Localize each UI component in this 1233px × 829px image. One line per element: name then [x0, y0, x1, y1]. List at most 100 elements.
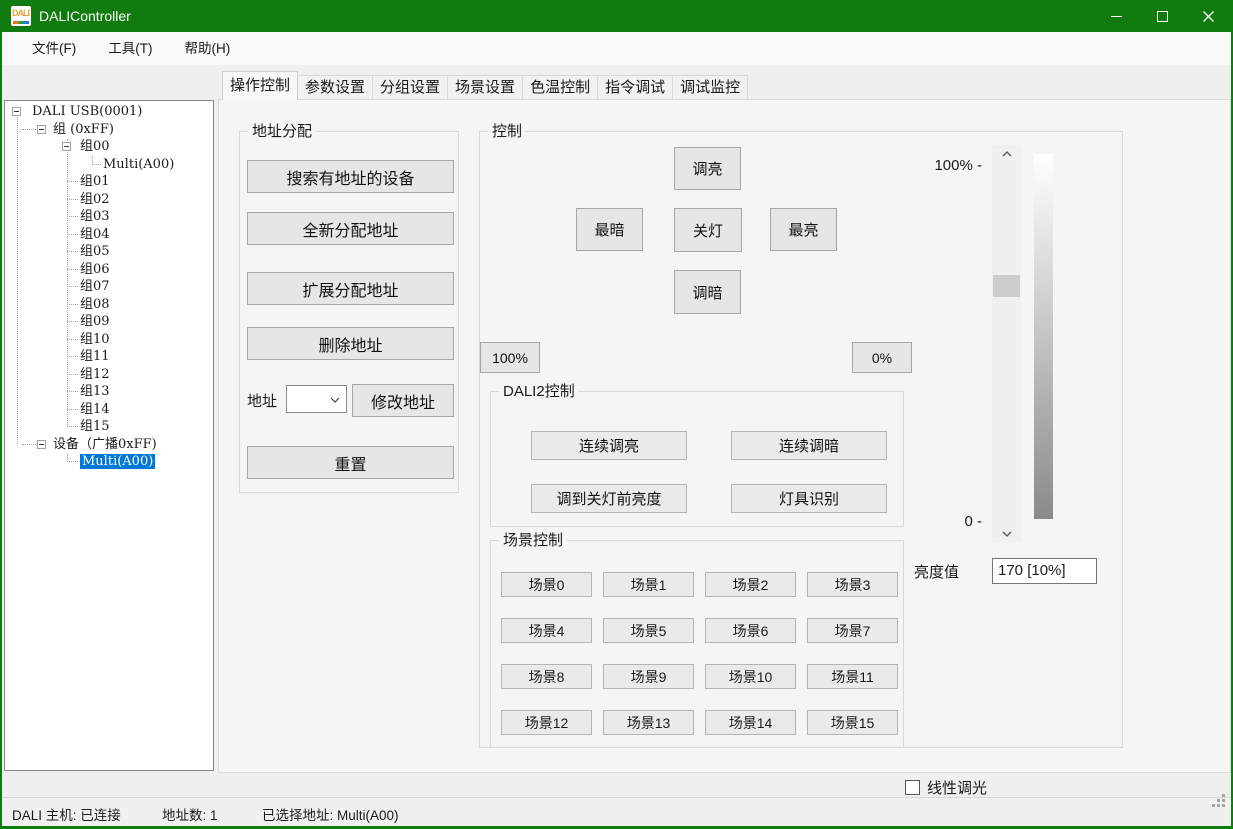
brightness-min-label: 0 -	[964, 513, 982, 530]
reset-button[interactable]: 重置	[247, 446, 454, 479]
address-combobox[interactable]	[286, 385, 347, 413]
chevron-down-icon	[330, 397, 340, 403]
scene-12-button[interactable]: 场景12	[501, 710, 592, 735]
brightness-scrollbar[interactable]	[992, 145, 1021, 542]
brighten-button[interactable]: 调亮	[674, 147, 741, 190]
scene-6-button[interactable]: 场景6	[705, 618, 796, 643]
device-tree-panel: DALI USB(0001) 组 (0xFF) 组00 Multi(A00) 组…	[4, 100, 214, 771]
chevron-down-icon	[1002, 531, 1012, 537]
app-window: DALI DALIController 文件(F) 工具(T) 帮助(H) DA…	[0, 0, 1233, 829]
collapse-icon[interactable]	[37, 125, 46, 134]
tree-item-group11[interactable]: 组11	[5, 348, 213, 366]
tab-grouping-settings[interactable]: 分组设置	[373, 75, 448, 100]
tree-item-group02[interactable]: 组02	[5, 191, 213, 209]
scroll-up-button[interactable]	[992, 145, 1021, 162]
brightness-value-field[interactable]: 170 [10%]	[992, 558, 1097, 584]
collapse-icon[interactable]	[62, 142, 71, 151]
scene-13-button[interactable]: 场景13	[603, 710, 694, 735]
scene-3-button[interactable]: 场景3	[807, 572, 898, 597]
window-title: DALIController	[39, 8, 131, 24]
close-button[interactable]	[1185, 0, 1231, 32]
light-off-button[interactable]: 关灯	[674, 208, 742, 252]
tree-item-group10[interactable]: 组10	[5, 331, 213, 349]
scrollbar-thumb[interactable]	[993, 275, 1020, 297]
tree-item-group07[interactable]: 组07	[5, 278, 213, 296]
tree-item-group01[interactable]: 组01	[5, 173, 213, 191]
group-title: 地址分配	[248, 123, 316, 140]
tab-command-debug[interactable]: 指令调试	[598, 75, 673, 100]
tree-item-group-root[interactable]: 组 (0xFF)	[5, 121, 213, 139]
scene-2-button[interactable]: 场景2	[705, 572, 796, 597]
luminaire-identify-button[interactable]: 灯具识别	[731, 484, 887, 513]
linear-dimming-label: 线性调光	[927, 777, 987, 798]
modify-address-button[interactable]: 修改地址	[352, 384, 454, 417]
tab-page-operation-control: 地址分配 搜索有地址的设备 全新分配地址 扩展分配地址 删除地址 地址 修改地址…	[218, 99, 1231, 773]
tab-color-temp-control[interactable]: 色温控制	[523, 75, 598, 100]
tree-item-group03[interactable]: 组03	[5, 208, 213, 226]
tree-item-dali-usb[interactable]: DALI USB(0001)	[5, 103, 213, 121]
percent-0-button[interactable]: 0%	[852, 342, 912, 373]
titlebar: DALI DALIController	[0, 0, 1233, 32]
tab-scene-settings[interactable]: 场景设置	[448, 75, 523, 100]
tab-debug-monitor[interactable]: 调试监控	[673, 75, 748, 100]
percent-100-button[interactable]: 100%	[480, 342, 540, 373]
extend-assign-address-button[interactable]: 扩展分配地址	[247, 272, 454, 305]
scene-7-button[interactable]: 场景7	[807, 618, 898, 643]
tree-item-group15[interactable]: 组15	[5, 418, 213, 436]
max-brightness-button[interactable]: 最亮	[770, 208, 837, 251]
scene-1-button[interactable]: 场景1	[603, 572, 694, 597]
tree-item-group05[interactable]: 组05	[5, 243, 213, 261]
tree-item-group04[interactable]: 组04	[5, 226, 213, 244]
resize-grip-icon[interactable]	[1222, 804, 1225, 807]
tree-item-multi-a00[interactable]: Multi(A00)	[5, 156, 213, 174]
tree-item-group06[interactable]: 组06	[5, 261, 213, 279]
continuous-dim-button[interactable]: 连续调暗	[731, 431, 887, 460]
linear-dimming-checkbox[interactable]	[905, 780, 920, 795]
min-brightness-button[interactable]: 最暗	[576, 208, 643, 251]
minimize-button[interactable]	[1093, 0, 1139, 32]
tree-item-group12[interactable]: 组12	[5, 366, 213, 384]
scene-15-button[interactable]: 场景15	[807, 710, 898, 735]
group-title: DALI2控制	[499, 383, 579, 400]
menu-tools[interactable]: 工具(T)	[98, 32, 162, 66]
tab-strip: 操作控制 参数设置 分组设置 场景设置 色温控制 指令调试 调试监控	[222, 71, 748, 100]
scene-control-group: 场景控制 场景0 场景1 场景2 场景3 场景4 场景5 场景6 场景7 场景8…	[490, 540, 904, 748]
dali2-control-group: DALI2控制 连续调亮 连续调暗 调到关灯前亮度 灯具识别	[490, 391, 904, 527]
status-selected-address: 已选择地址: Multi(A00)	[262, 804, 399, 824]
collapse-icon[interactable]	[37, 440, 46, 449]
scene-4-button[interactable]: 场景4	[501, 618, 592, 643]
scene-11-button[interactable]: 场景11	[807, 664, 898, 689]
brightness-value-label: 亮度值	[914, 561, 959, 582]
recall-last-level-button[interactable]: 调到关灯前亮度	[531, 484, 687, 513]
scene-14-button[interactable]: 场景14	[705, 710, 796, 735]
scroll-down-button[interactable]	[992, 525, 1021, 542]
dim-button[interactable]: 调暗	[674, 270, 741, 314]
tree-item-group00[interactable]: 组00	[5, 138, 213, 156]
brightness-max-label: 100% -	[934, 157, 982, 174]
tree-item-multi-a00-selected[interactable]: Multi(A00)	[5, 453, 213, 471]
search-addressed-devices-button[interactable]: 搜索有地址的设备	[247, 160, 454, 193]
maximize-button[interactable]	[1139, 0, 1185, 32]
scene-8-button[interactable]: 场景8	[501, 664, 592, 689]
status-host-connection: DALI 主机: 已连接	[12, 804, 121, 824]
tab-parameter-settings[interactable]: 参数设置	[298, 75, 373, 100]
tab-operation-control[interactable]: 操作控制	[222, 71, 298, 100]
tree-item-group08[interactable]: 组08	[5, 296, 213, 314]
address-label: 地址	[247, 390, 277, 411]
menu-file[interactable]: 文件(F)	[22, 32, 86, 66]
tree-item-group14[interactable]: 组14	[5, 401, 213, 419]
delete-address-button[interactable]: 删除地址	[247, 327, 454, 360]
minimize-icon	[1111, 16, 1122, 17]
tree-item-group09[interactable]: 组09	[5, 313, 213, 331]
scene-5-button[interactable]: 场景5	[603, 618, 694, 643]
status-address-count: 地址数: 1	[162, 804, 218, 824]
scene-10-button[interactable]: 场景10	[705, 664, 796, 689]
assign-new-address-button[interactable]: 全新分配地址	[247, 212, 454, 245]
tree-item-device-broadcast[interactable]: 设备（广播0xFF)	[5, 436, 213, 454]
menu-help[interactable]: 帮助(H)	[175, 32, 241, 66]
collapse-icon[interactable]	[12, 107, 21, 116]
tree-item-group13[interactable]: 组13	[5, 383, 213, 401]
continuous-brighten-button[interactable]: 连续调亮	[531, 431, 687, 460]
scene-9-button[interactable]: 场景9	[603, 664, 694, 689]
scene-0-button[interactable]: 场景0	[501, 572, 592, 597]
